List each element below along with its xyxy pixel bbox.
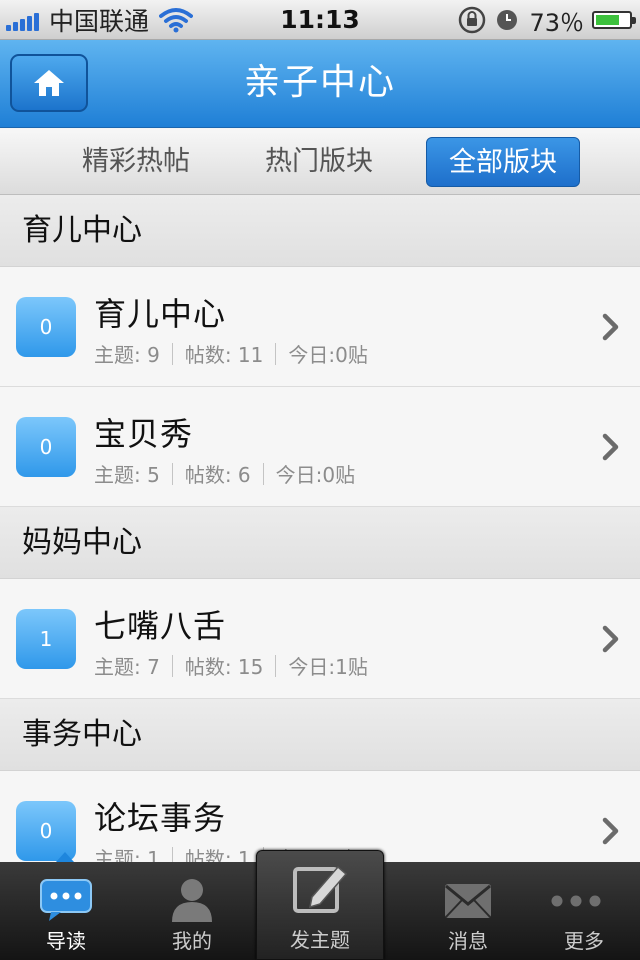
nav-bar: 亲子中心 bbox=[0, 40, 640, 128]
forum-today: 今日:0贴 bbox=[275, 463, 356, 487]
forum-posts: 帖数: 6 bbox=[184, 463, 251, 487]
tab-popular-forums[interactable]: 热门版块 bbox=[245, 137, 393, 187]
tab-label: 导读 bbox=[46, 929, 86, 953]
person-icon bbox=[172, 879, 212, 922]
tab-guide[interactable]: 导读 bbox=[0, 852, 132, 960]
divider bbox=[171, 846, 173, 862]
chevron-right-icon bbox=[602, 433, 619, 461]
forum-name: 育儿中心 bbox=[94, 295, 227, 333]
forum-name: 七嘴八舌 bbox=[94, 607, 227, 645]
tab-bar: 导读 我的 发主题 消息 更多 bbox=[0, 850, 640, 960]
forum-row[interactable]: 0 宝贝秀 主题: 5 帖数: 6 今日:0贴 bbox=[0, 387, 640, 507]
forum-name: 论坛事务 bbox=[94, 799, 227, 837]
divider bbox=[171, 654, 173, 677]
forum-row[interactable]: 0 育儿中心 主题: 9 帖数: 11 今日:0贴 bbox=[0, 267, 640, 387]
tab-messages[interactable]: 消息 bbox=[408, 862, 528, 960]
forum-today: 今日:1贴 bbox=[288, 655, 368, 679]
divider bbox=[262, 462, 264, 485]
divider bbox=[171, 462, 173, 485]
chevron-right-icon bbox=[602, 625, 619, 653]
active-tab-indicator bbox=[56, 852, 74, 862]
forum-row[interactable]: 0 论坛事务 主题: 1 帖数: 1 今日:0贴 bbox=[0, 771, 640, 862]
forum-stats: 主题: 7 帖数: 15 今日:1贴 bbox=[94, 651, 368, 680]
forum-posts: 帖数: 11 bbox=[184, 343, 264, 367]
forum-list[interactable]: 育儿中心 0 育儿中心 主题: 9 帖数: 11 今日:0贴 0 宝贝秀 主题:… bbox=[0, 195, 640, 862]
tab-all-forums[interactable]: 全部版块 bbox=[426, 137, 580, 187]
forum-row[interactable]: 1 七嘴八舌 主题: 7 帖数: 15 今日:1贴 bbox=[0, 579, 640, 699]
divider bbox=[275, 654, 277, 677]
more-dots-icon bbox=[551, 895, 601, 907]
tab-hot-posts[interactable]: 精彩热帖 bbox=[62, 137, 210, 187]
forum-topics: 主题: 9 bbox=[94, 343, 160, 367]
forum-badge: 0 bbox=[16, 417, 76, 477]
forum-badge: 0 bbox=[16, 297, 76, 357]
divider bbox=[171, 342, 173, 365]
tab-label: 我的 bbox=[172, 929, 212, 953]
tab-label: 发主题 bbox=[290, 928, 350, 952]
segmented-control: 精彩热帖 热门版块 全部版块 bbox=[0, 129, 640, 195]
chevron-right-icon bbox=[602, 313, 619, 341]
forum-badge: 1 bbox=[16, 609, 76, 669]
page-title: 亲子中心 bbox=[243, 62, 396, 103]
rotation-lock-icon bbox=[459, 6, 486, 34]
battery-fill bbox=[596, 15, 619, 25]
forum-topics: 主题: 5 bbox=[94, 463, 160, 487]
tab-more[interactable]: 更多 bbox=[528, 862, 640, 960]
forum-name: 宝贝秀 bbox=[94, 415, 194, 453]
section-header: 事务中心 bbox=[0, 699, 640, 771]
battery-percent: 73％ bbox=[529, 8, 584, 37]
tab-label: 更多 bbox=[564, 929, 604, 953]
forum-stats: 主题: 9 帖数: 11 今日:0贴 bbox=[94, 339, 368, 368]
forum-topics: 主题: 7 bbox=[94, 655, 160, 679]
alarm-clock-icon bbox=[497, 10, 518, 30]
status-bar: 中国联通 11:13 73％ bbox=[0, 0, 640, 40]
forum-stats: 主题: 5 帖数: 6 今日:0贴 bbox=[94, 459, 355, 488]
forum-topics: 主题: 1 bbox=[94, 847, 160, 862]
battery-icon bbox=[592, 11, 636, 29]
chat-bubble-icon bbox=[40, 879, 92, 921]
tab-mine[interactable]: 我的 bbox=[132, 862, 252, 960]
chevron-right-icon bbox=[602, 817, 619, 845]
forum-today: 今日:0贴 bbox=[288, 343, 368, 367]
tab-compose[interactable]: 发主题 bbox=[256, 850, 384, 960]
status-right: 73％ bbox=[457, 0, 636, 40]
compose-icon bbox=[293, 865, 348, 913]
forum-posts: 帖数: 1 bbox=[184, 847, 251, 862]
section-header: 育儿中心 bbox=[0, 195, 640, 267]
tab-label: 消息 bbox=[448, 929, 488, 953]
divider bbox=[275, 342, 277, 365]
forum-posts: 帖数: 15 bbox=[184, 655, 264, 679]
envelope-icon bbox=[445, 884, 491, 918]
section-header: 妈妈中心 bbox=[0, 507, 640, 579]
